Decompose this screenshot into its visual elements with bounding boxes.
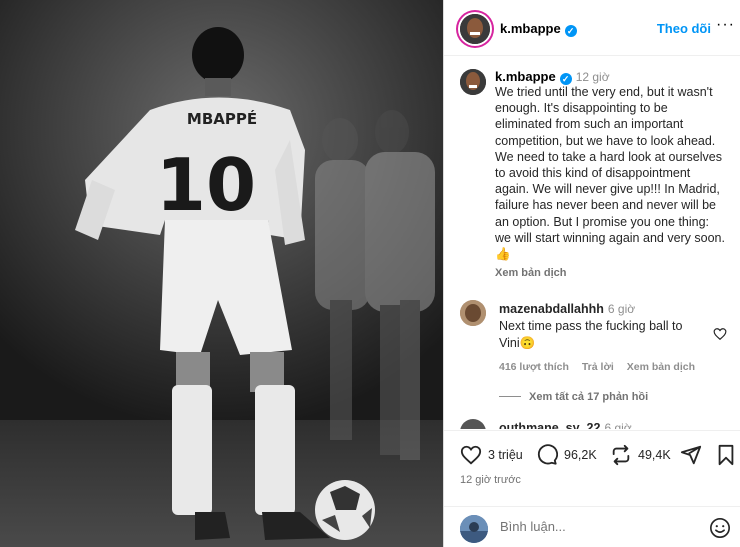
caption-text: We tried until the very end, but it wasn… bbox=[495, 85, 725, 262]
comment-avatar[interactable] bbox=[460, 419, 486, 429]
like-action[interactable]: 3 triệu bbox=[460, 444, 523, 466]
avatar-image bbox=[460, 300, 486, 326]
repost-icon[interactable] bbox=[610, 444, 632, 466]
comment-avatar[interactable] bbox=[460, 300, 486, 326]
comment-text: Next time pass the fucking ball to Vini🙃 bbox=[499, 319, 683, 350]
post-detail-panel: k.mbappe ✓ Theo dõi ··· k.mbappe ✓ 12 giờ W… bbox=[443, 0, 740, 547]
save-action[interactable] bbox=[716, 444, 740, 466]
current-user-avatar[interactable] bbox=[460, 515, 488, 543]
comment-input[interactable] bbox=[500, 519, 680, 534]
comment-username-line: outhmane_sy_22 6 giờ bbox=[499, 421, 632, 429]
comments-count: 96,2K bbox=[564, 448, 597, 462]
comment-username[interactable]: outhmane_sy_22 bbox=[499, 421, 600, 429]
more-options-icon[interactable]: ··· bbox=[716, 17, 735, 33]
caption-time: 12 giờ bbox=[575, 70, 610, 84]
comment-translate-link[interactable]: Xem bản dịch bbox=[627, 361, 695, 373]
avatar-image bbox=[460, 69, 486, 95]
comment-bubble-icon[interactable] bbox=[536, 444, 558, 466]
comment-reply-button[interactable]: Trả lời bbox=[582, 361, 614, 373]
avatar-image bbox=[460, 515, 488, 543]
comment-username-line: mazenabdallahhh 6 giờ bbox=[499, 302, 635, 316]
author-avatar[interactable] bbox=[460, 14, 490, 44]
comment-time: 6 giờ bbox=[604, 421, 632, 429]
post-photo[interactable]: MBAPPÉ 10 bbox=[0, 0, 443, 547]
emoji-icon[interactable] bbox=[709, 517, 731, 539]
comment-box bbox=[444, 506, 740, 547]
comment-meta: 416 lượt thích Trả lời Xem bản dịch bbox=[499, 361, 705, 373]
heart-icon[interactable] bbox=[460, 444, 482, 466]
see-translation-link[interactable]: Xem bản dịch bbox=[495, 267, 567, 279]
view-replies-link[interactable]: Xem tất cả 17 phản hồi bbox=[499, 391, 648, 403]
posted-time[interactable]: 12 giờ trước bbox=[460, 474, 521, 486]
comment-action[interactable]: 96,2K bbox=[536, 444, 597, 466]
caption-author-line: k.mbappe ✓ 12 giờ bbox=[495, 69, 610, 85]
avatar-image bbox=[460, 14, 490, 44]
verified-badge-icon: ✓ bbox=[564, 25, 577, 37]
comment-username[interactable]: mazenabdallahhh bbox=[499, 302, 604, 316]
comment-like-heart-icon[interactable] bbox=[713, 327, 727, 341]
jersey-number: 10 bbox=[156, 143, 256, 227]
photo-illustration: MBAPPÉ 10 bbox=[0, 0, 443, 547]
follow-button[interactable]: Theo dõi bbox=[657, 21, 711, 36]
comments-scroll-area[interactable]: k.mbappe ✓ 12 giờ We tried until the very … bbox=[444, 57, 740, 429]
repost-action[interactable]: 49,4K bbox=[610, 444, 671, 466]
share-action[interactable] bbox=[680, 444, 708, 466]
share-icon[interactable] bbox=[680, 444, 702, 466]
bookmark-icon[interactable] bbox=[716, 444, 736, 466]
likes-count: 3 triệu bbox=[488, 448, 523, 462]
comment-time: 6 giờ bbox=[607, 302, 636, 316]
post-header: k.mbappe ✓ Theo dõi ··· bbox=[444, 0, 740, 56]
reposts-count: 49,4K bbox=[638, 448, 671, 462]
comment-likes[interactable]: 416 lượt thích bbox=[499, 361, 569, 373]
caption-username[interactable]: k.mbappe bbox=[495, 69, 556, 84]
jersey-name: MBAPPÉ bbox=[187, 109, 257, 128]
author-username-header[interactable]: k.mbappe ✓ bbox=[500, 21, 577, 37]
caption-author-avatar[interactable] bbox=[460, 69, 486, 95]
author-username-text: k.mbappe bbox=[500, 21, 561, 36]
